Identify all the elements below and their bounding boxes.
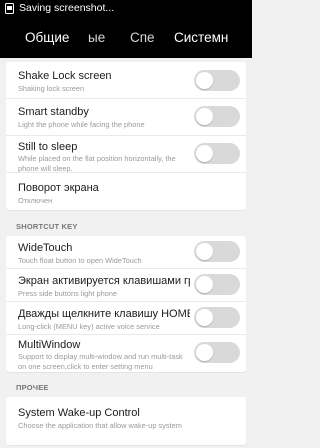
side-buttons-toggle[interactable] <box>194 274 240 295</box>
tab-bar: Общие ые Спе Системн <box>0 16 252 58</box>
section-header-other: ПРОЧЕЕ <box>16 383 49 392</box>
section-header-shortcut-key: SHORTCUT KEY <box>16 222 78 231</box>
shake-lock-toggle[interactable] <box>194 70 240 91</box>
setting-subtitle: Support to display multi-window and run … <box>18 352 183 371</box>
setting-subtitle: While placed on the flat position horizo… <box>18 154 176 173</box>
status-text: Saving screenshot... <box>19 2 115 14</box>
setting-smart-standby[interactable]: Smart standby Light the phone while faci… <box>6 99 246 135</box>
tab-general[interactable]: Общие <box>25 16 69 58</box>
tab-partial[interactable]: ые <box>88 16 105 58</box>
settings-card-general: Shake Lock screen Shaking lock screen Sm… <box>6 62 246 210</box>
screenshot-icon <box>5 2 14 14</box>
setting-still-to-sleep[interactable]: Still to sleep While placed on the flat … <box>6 136 246 173</box>
multiwindow-toggle[interactable] <box>194 342 240 363</box>
setting-double-click-home[interactable]: Дважды щелкните клавишу HOME д Long-clic… <box>6 302 246 334</box>
setting-multiwindow[interactable]: MultiWindow Support to display multi-win… <box>6 335 246 372</box>
setting-title: WideTouch <box>18 242 73 254</box>
setting-subtitle: Long-click (MENU key) active voice servi… <box>18 322 160 331</box>
still-to-sleep-toggle[interactable] <box>194 143 240 164</box>
settings-card-shortcut: WideTouch Touch float button to open Wid… <box>6 236 246 372</box>
setting-title: Дважды щелкните клавишу HOME д <box>18 308 190 320</box>
setting-subtitle: Отключен <box>18 196 53 205</box>
setting-subtitle: Choose the application that allow wake-u… <box>18 421 182 430</box>
setting-subtitle: Light the phone while facing the phone <box>18 120 145 129</box>
setting-title: Still to sleep <box>18 141 78 153</box>
setting-title: System Wake-up Control <box>18 407 140 419</box>
setting-subtitle: Shaking lock screen <box>18 84 85 93</box>
setting-title: Поворот экрана <box>18 182 99 194</box>
double-click-home-toggle[interactable] <box>194 307 240 328</box>
setting-shake-lock-screen[interactable]: Shake Lock screen Shaking lock screen <box>6 62 246 98</box>
tab-special[interactable]: Спе <box>130 16 155 58</box>
setting-title: Smart standby <box>18 106 89 118</box>
status-bar: Saving screenshot... <box>0 0 252 16</box>
setting-title: Экран активируется клавишами гром <box>18 275 190 287</box>
tab-system[interactable]: Системн <box>174 16 228 58</box>
setting-side-buttons-wake[interactable]: Экран активируется клавишами гром Press … <box>6 269 246 301</box>
smart-standby-toggle[interactable] <box>194 106 240 127</box>
setting-title: MultiWindow <box>18 339 81 351</box>
setting-subtitle: Press side buttons light phone <box>18 289 118 298</box>
settings-list: Shake Lock screen Shaking lock screen Sm… <box>0 58 252 448</box>
setting-title: Shake Lock screen <box>18 70 112 82</box>
settings-card-other: System Wake-up Control Choose the applic… <box>6 397 246 445</box>
setting-subtitle: Touch float button to open WideTouch <box>18 256 142 265</box>
widetouch-toggle[interactable] <box>194 241 240 262</box>
setting-system-wakeup-control[interactable]: System Wake-up Control Choose the applic… <box>6 397 246 437</box>
setting-widetouch[interactable]: WideTouch Touch float button to open Wid… <box>6 236 246 268</box>
setting-screen-rotation[interactable]: Поворот экрана Отключен <box>6 173 246 210</box>
